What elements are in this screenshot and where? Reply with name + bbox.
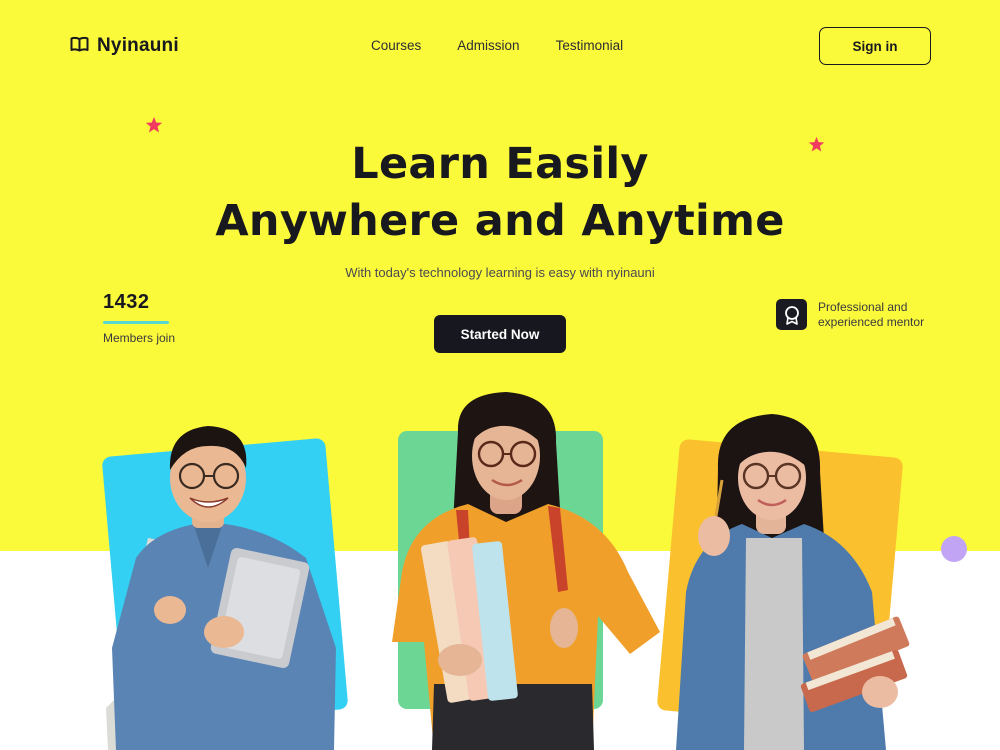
open-book-icon: [70, 36, 89, 57]
brand-name: Nyinauni: [97, 35, 179, 56]
hero-title: Learn Easily Anywhere and Anytime: [0, 136, 1000, 250]
members-label: Members join: [103, 331, 176, 345]
navbar: Nyinauni Courses Admission Testimonial S…: [0, 0, 1000, 92]
signin-button[interactable]: Sign in: [819, 27, 931, 65]
stat-underline: [103, 321, 169, 324]
brand-logo[interactable]: Nyinauni: [70, 35, 179, 57]
mentor-text-line2: experienced mentor: [818, 314, 925, 329]
nav-link-testimonial[interactable]: Testimonial: [556, 38, 624, 53]
student-woman-books-photo: [676, 414, 910, 750]
mentor-feature: Professional and experienced mentor: [776, 299, 938, 330]
award-badge-icon: [776, 299, 807, 330]
members-count: 1432: [103, 291, 150, 313]
hero-subtitle: With today's technology learning is easy…: [345, 265, 655, 280]
decorative-dot: [941, 536, 967, 562]
nav-links: Courses Admission Testimonial: [371, 38, 623, 53]
members-stat: 1432 Members join: [103, 291, 175, 345]
hero-title-line1: Learn Easily: [351, 139, 649, 189]
student-woman-binders-photo: [392, 392, 660, 750]
hero-title-line2: Anywhere and Anytime: [215, 196, 785, 246]
nav-link-courses[interactable]: Courses: [371, 38, 421, 53]
started-now-button[interactable]: Started Now: [434, 315, 566, 353]
student-man-laptop-photo: [106, 426, 336, 750]
mentor-text: Professional and experienced mentor: [818, 300, 938, 330]
nav-link-admission[interactable]: Admission: [457, 38, 519, 53]
mentor-text-line1: Professional and: [818, 299, 908, 314]
